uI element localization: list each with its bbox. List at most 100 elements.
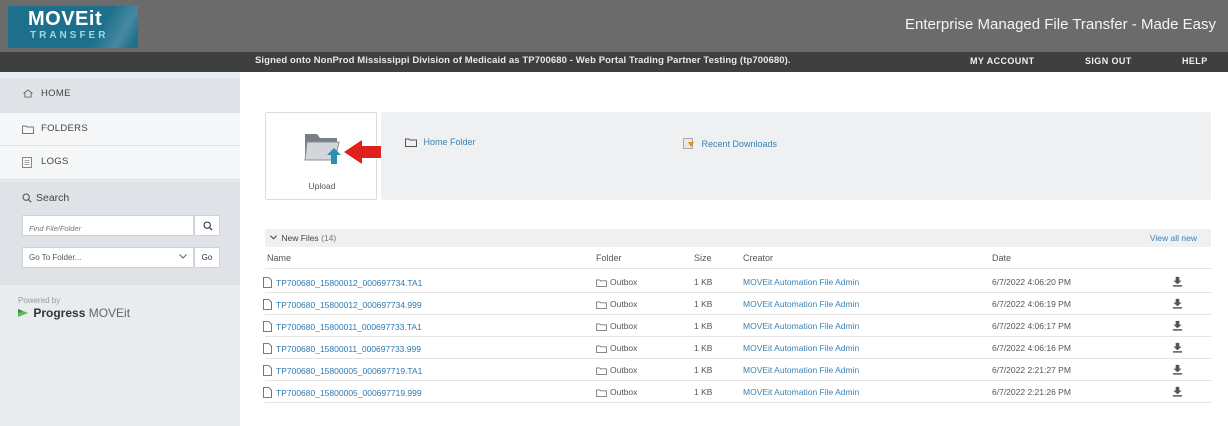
folder-icon xyxy=(596,389,607,397)
goto-folder-value: Go To Folder... xyxy=(29,253,82,262)
sidebar-item-label: HOME xyxy=(41,88,71,99)
file-name: TP700680_15800012_000697734.TA1 xyxy=(276,278,423,288)
folder-icon xyxy=(405,138,417,147)
folder-name: Outbox xyxy=(610,321,638,331)
column-header-creator[interactable]: Creator xyxy=(743,253,773,263)
folder-name: Outbox xyxy=(610,365,638,375)
column-header-name[interactable]: Name xyxy=(267,253,291,263)
search-input[interactable] xyxy=(22,215,194,236)
download-icon xyxy=(1172,342,1183,353)
column-header-size[interactable]: Size xyxy=(694,253,712,263)
creator-link[interactable]: MOVEit Automation File Admin xyxy=(743,321,859,331)
download-icon xyxy=(1172,364,1183,375)
file-name: TP700680_15800012_000697734.999 xyxy=(276,300,422,310)
file-name-link[interactable]: TP700680_15800012_000697734.TA1 xyxy=(263,277,422,288)
folder-icon xyxy=(22,125,34,134)
file-name: TP700680_15800011_000697733.TA1 xyxy=(276,322,422,332)
creator-link[interactable]: MOVEit Automation File Admin xyxy=(743,343,859,353)
file-size: 1 KB xyxy=(694,343,713,353)
home-folder-link[interactable]: Home Folder xyxy=(405,137,476,147)
app-root: MOVEit TRANSFER Enterprise Managed File … xyxy=(0,0,1228,426)
logo-subtext: TRANSFER xyxy=(30,30,109,41)
sidebar-item-folders[interactable]: FOLDERS xyxy=(0,112,240,146)
column-header-folder[interactable]: Folder xyxy=(596,253,622,263)
view-all-new-link[interactable]: View all new xyxy=(1150,233,1197,243)
file-date: 6/7/2022 4:06:20 PM xyxy=(992,277,1071,287)
search-title: Search xyxy=(36,192,70,204)
new-files-toggle[interactable]: New Files (14) xyxy=(270,233,336,243)
download-button[interactable] xyxy=(1172,342,1183,355)
go-button[interactable]: Go xyxy=(194,247,220,268)
folder-icon xyxy=(596,323,607,331)
sidebar-item-logs[interactable]: LOGS xyxy=(0,146,240,180)
search-panel: Search Go To Folder... Go xyxy=(0,182,240,285)
folder-link[interactable]: Outbox xyxy=(596,387,637,397)
file-name: TP700680_15800011_000697733.999 xyxy=(276,344,421,354)
file-name-link[interactable]: TP700680_15800005_000697719.TA1 xyxy=(263,365,422,376)
download-button[interactable] xyxy=(1172,276,1183,289)
download-button[interactable] xyxy=(1172,386,1183,399)
help-link[interactable]: HELP xyxy=(1182,56,1208,66)
file-size: 1 KB xyxy=(694,321,713,331)
file-size: 1 KB xyxy=(694,277,713,287)
creator-link[interactable]: MOVEit Automation File Admin xyxy=(743,299,859,309)
file-size: 1 KB xyxy=(694,365,713,375)
folder-icon xyxy=(596,301,607,309)
moveit-logo[interactable]: MOVEit TRANSFER xyxy=(8,6,138,48)
progress-moveit-logo: Progress MOVEit xyxy=(16,306,130,320)
signed-on-text: Signed onto NonProd Mississippi Division… xyxy=(255,55,791,66)
folder-icon xyxy=(596,279,607,287)
folder-link[interactable]: Outbox xyxy=(596,277,637,287)
search-button[interactable] xyxy=(194,215,220,236)
download-button[interactable] xyxy=(1172,364,1183,377)
divider xyxy=(265,358,1211,359)
folder-icon xyxy=(596,367,607,375)
file-name-link[interactable]: TP700680_15800005_000697719.999 xyxy=(263,387,422,398)
file-date: 6/7/2022 2:21:26 PM xyxy=(992,387,1071,397)
folder-link[interactable]: Outbox xyxy=(596,299,637,309)
divider xyxy=(265,380,1211,381)
sign-out-link[interactable]: SIGN OUT xyxy=(1085,56,1132,66)
creator-link[interactable]: MOVEit Automation File Admin xyxy=(743,365,859,375)
creator-link[interactable]: MOVEit Automation File Admin xyxy=(743,387,859,397)
chevron-down-icon xyxy=(270,235,277,240)
new-files-bar[interactable]: New Files (14) View all new xyxy=(265,229,1211,247)
divider xyxy=(265,292,1211,293)
log-icon xyxy=(22,157,32,168)
divider xyxy=(265,336,1211,337)
download-icon xyxy=(1172,320,1183,331)
download-icon xyxy=(1172,276,1183,287)
file-date: 6/7/2022 4:06:17 PM xyxy=(992,321,1071,331)
creator-link[interactable]: MOVEit Automation File Admin xyxy=(743,277,859,287)
folder-link[interactable]: Outbox xyxy=(596,365,637,375)
recent-downloads-label: Recent Downloads xyxy=(701,139,778,149)
file-name-link[interactable]: TP700680_15800012_000697734.999 xyxy=(263,299,422,310)
powered-by-text: Powered by xyxy=(18,296,61,305)
file-name-link[interactable]: TP700680_15800011_000697733.TA1 xyxy=(263,321,422,332)
progress-logo-icon xyxy=(18,309,28,317)
goto-folder-select[interactable]: Go To Folder... xyxy=(22,247,194,268)
file-icon xyxy=(263,321,272,332)
upload-label: Upload xyxy=(308,181,336,191)
file-date: 6/7/2022 4:06:19 PM xyxy=(992,299,1071,309)
download-button[interactable] xyxy=(1172,320,1183,333)
folder-link[interactable]: Outbox xyxy=(596,343,637,353)
folder-name: Outbox xyxy=(610,299,638,309)
folder-name: Outbox xyxy=(610,277,638,287)
download-button[interactable] xyxy=(1172,298,1183,311)
sidebar-item-home[interactable]: HOME xyxy=(0,78,240,112)
file-name: TP700680_15800005_000697719.TA1 xyxy=(276,366,423,376)
folder-name: Outbox xyxy=(610,343,638,353)
file-icon xyxy=(263,343,272,354)
file-name-link[interactable]: TP700680_15800011_000697733.999 xyxy=(263,343,421,354)
download-icon xyxy=(1172,386,1183,397)
column-header-date[interactable]: Date xyxy=(992,253,1011,263)
file-date: 6/7/2022 2:21:27 PM xyxy=(992,365,1071,375)
my-account-link[interactable]: MY ACCOUNT xyxy=(970,56,1035,66)
quick-links-panel: Home Folder Recent Downloads xyxy=(381,112,1211,200)
sidebar-item-label: LOGS xyxy=(41,156,69,167)
file-name: TP700680_15800005_000697719.999 xyxy=(276,388,422,398)
divider xyxy=(265,268,1211,269)
folder-link[interactable]: Outbox xyxy=(596,321,637,331)
recent-downloads-link[interactable]: Recent Downloads xyxy=(683,137,777,149)
